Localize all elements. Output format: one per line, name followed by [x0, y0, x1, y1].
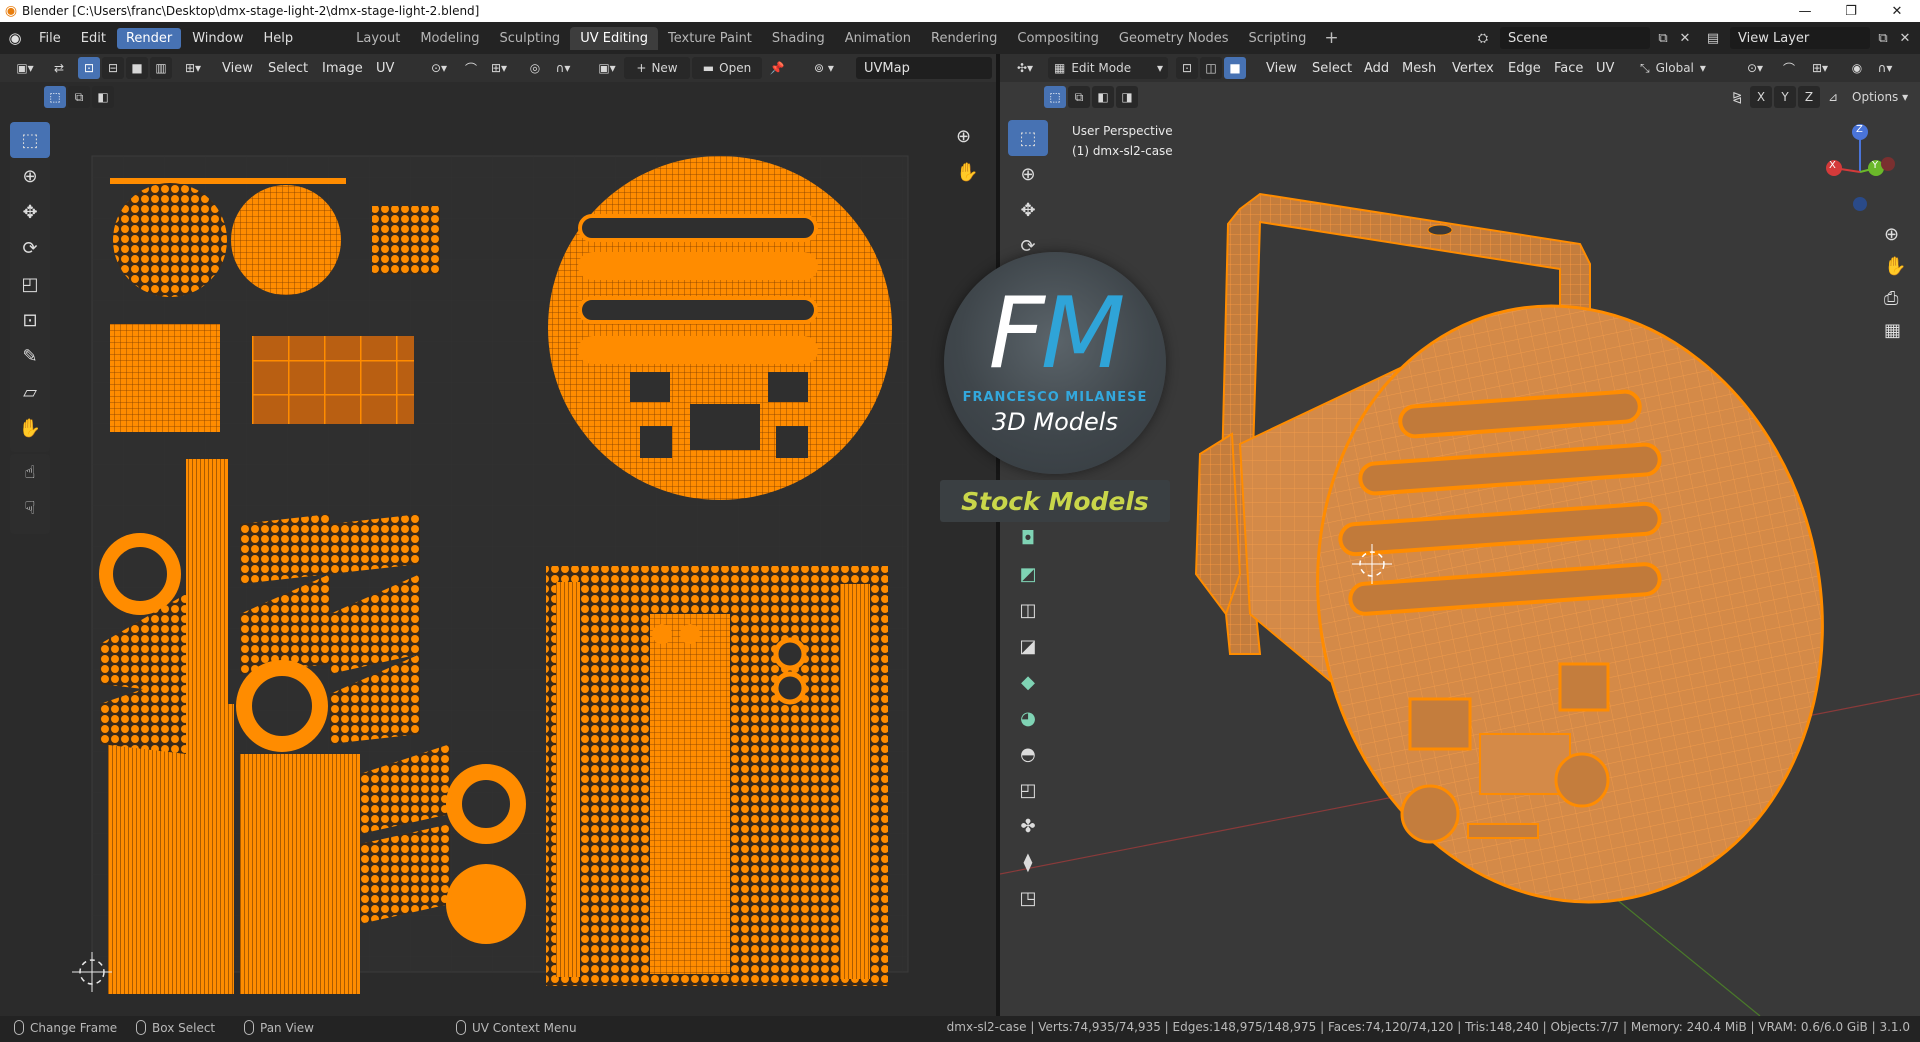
uv-island — [231, 185, 341, 295]
menu-file[interactable]: File — [30, 28, 70, 49]
top-bar: ◉ File Edit Render Window Help Layout Mo… — [0, 22, 1920, 54]
tab-rendering[interactable]: Rendering — [921, 27, 1007, 50]
tab-animation[interactable]: Animation — [835, 27, 921, 50]
minimize-icon[interactable]: — — [1782, 0, 1828, 22]
camera-icon[interactable]: ⎙ — [1884, 288, 1898, 309]
loop-cut-tool-icon[interactable]: ◫ — [1008, 592, 1048, 628]
spin-tool-icon[interactable]: ◕ — [1008, 700, 1048, 736]
status-pan-view: Pan View — [244, 1020, 314, 1035]
pan-hand-icon[interactable]: ✋ — [1884, 256, 1906, 277]
status-bar: Change Frame Box Select Pan View UV Cont… — [0, 1016, 1920, 1042]
logo-subtitle: 3D Models — [992, 408, 1118, 436]
tab-geometry-nodes[interactable]: Geometry Nodes — [1109, 27, 1239, 50]
tab-compositing[interactable]: Compositing — [1007, 27, 1109, 50]
uv-editor[interactable]: ▣▾ ⇄ ⊡ ⊟ ■ ▥ ⊞▾ View Select Image UV ⊙▾ … — [0, 54, 996, 1016]
shear-tool-icon[interactable]: ⧫ — [1008, 844, 1048, 880]
shrink-fatten-tool-icon[interactable]: ✤ — [1008, 808, 1048, 844]
3d-scene[interactable] — [1000, 54, 1920, 1016]
tab-shading[interactable]: Shading — [762, 27, 835, 50]
inset-tool-icon[interactable]: ◘ — [1008, 520, 1048, 556]
close-icon[interactable]: ✕ — [1874, 0, 1920, 22]
menu-edit[interactable]: Edit — [72, 28, 115, 49]
new-view-layer-icon[interactable]: ⧉ — [1872, 27, 1894, 49]
status-change-frame: Change Frame — [14, 1020, 117, 1035]
title-bar: ◉ Blender [C:\Users\franc\Desktop\dmx-st… — [0, 0, 1920, 22]
uv-island — [110, 324, 220, 432]
poly-build-tool-icon[interactable]: ◆ — [1008, 664, 1048, 700]
grid-icon[interactable]: ▦ — [1884, 320, 1901, 341]
move-tool-icon[interactable]: ✥ — [1008, 192, 1048, 228]
maximize-icon[interactable]: ❐ — [1828, 0, 1874, 22]
new-scene-icon[interactable]: ⧉ — [1652, 27, 1674, 49]
view-layer-field[interactable]: View Layer — [1730, 27, 1870, 49]
blender-logo-icon: ◉ — [4, 3, 18, 19]
scene-icon[interactable]: ⛭ — [1472, 27, 1494, 49]
tab-scripting[interactable]: Scripting — [1239, 27, 1317, 50]
tab-modeling[interactable]: Modeling — [410, 27, 489, 50]
uv-island — [110, 178, 346, 184]
mouse-right-icon — [244, 1020, 254, 1035]
active-object-label: (1) dmx-sl2-case — [1072, 144, 1173, 158]
gizmo-y-label[interactable]: Y — [1872, 160, 1878, 171]
select-box-tool-icon[interactable]: ⬚ — [1008, 120, 1048, 156]
blender-window: ◉ Blender [C:\Users\franc\Desktop\dmx-st… — [0, 0, 1920, 1042]
menu-help[interactable]: Help — [255, 28, 303, 49]
add-workspace-icon[interactable]: + — [1316, 28, 1346, 48]
logo-stock-banner: Stock Models — [940, 480, 1170, 522]
3d-viewport[interactable]: ✣▾ ▦ Edit Mode ▾ ⊡ ◫ ■ View Select Add Mes… — [1000, 54, 1920, 1016]
tab-sculpting[interactable]: Sculpting — [489, 27, 570, 50]
remove-scene-icon[interactable]: ✕ — [1674, 27, 1696, 49]
gizmo-z-label[interactable]: Z — [1856, 124, 1863, 135]
zoom-icon[interactable]: ⊕ — [1884, 224, 1899, 245]
logo-fm: FM — [988, 277, 1126, 391]
status-context-menu: UV Context Menu — [456, 1020, 577, 1035]
edge-slide-tool-icon[interactable]: ◰ — [1008, 772, 1048, 808]
gizmo-x-label[interactable]: X — [1829, 160, 1836, 171]
tab-uv-editing[interactable]: UV Editing — [570, 26, 659, 50]
mouse-right-icon — [456, 1020, 466, 1035]
cursor-tool-icon[interactable]: ⊕ — [1008, 156, 1048, 192]
bevel-tool-icon[interactable]: ◩ — [1008, 556, 1048, 592]
mouse-left-icon — [14, 1020, 24, 1035]
scene-statistics: dmx-sl2-case | Verts:74,935/74,935 | Edg… — [946, 1020, 1910, 1034]
remove-view-layer-icon[interactable]: ✕ — [1894, 27, 1916, 49]
uv-island — [113, 183, 227, 297]
view-layer-icon[interactable]: ▤ — [1702, 27, 1724, 49]
status-box-select: Box Select — [136, 1020, 215, 1035]
logo-author: FRANCESCO MILANESE — [962, 390, 1148, 405]
knife-tool-icon[interactable]: ◪ — [1008, 628, 1048, 664]
menu-window[interactable]: Window — [183, 28, 252, 49]
view-perspective-label: User Perspective — [1072, 124, 1173, 138]
mouse-middle-icon — [136, 1020, 146, 1035]
uv-island — [252, 336, 414, 424]
rip-region-tool-icon[interactable]: ◳ — [1008, 880, 1048, 916]
uv-island — [372, 206, 440, 274]
uv-canvas[interactable] — [0, 54, 996, 1016]
window-title: Blender [C:\Users\franc\Desktop\dmx-stag… — [22, 4, 480, 18]
smooth-tool-icon[interactable]: ◓ — [1008, 736, 1048, 772]
tab-texture-paint[interactable]: Texture Paint — [658, 27, 762, 50]
menu-render[interactable]: Render — [116, 27, 182, 49]
blender-menu-icon[interactable]: ◉ — [0, 29, 30, 47]
watermark-logo: FM FRANCESCO MILANESE 3D Models Stock Mo… — [940, 252, 1170, 524]
tab-layout[interactable]: Layout — [346, 27, 410, 50]
viewport-overlay-text: User Perspective (1) dmx-sl2-case — [1072, 121, 1173, 161]
scene-field[interactable]: Scene — [1500, 27, 1650, 49]
